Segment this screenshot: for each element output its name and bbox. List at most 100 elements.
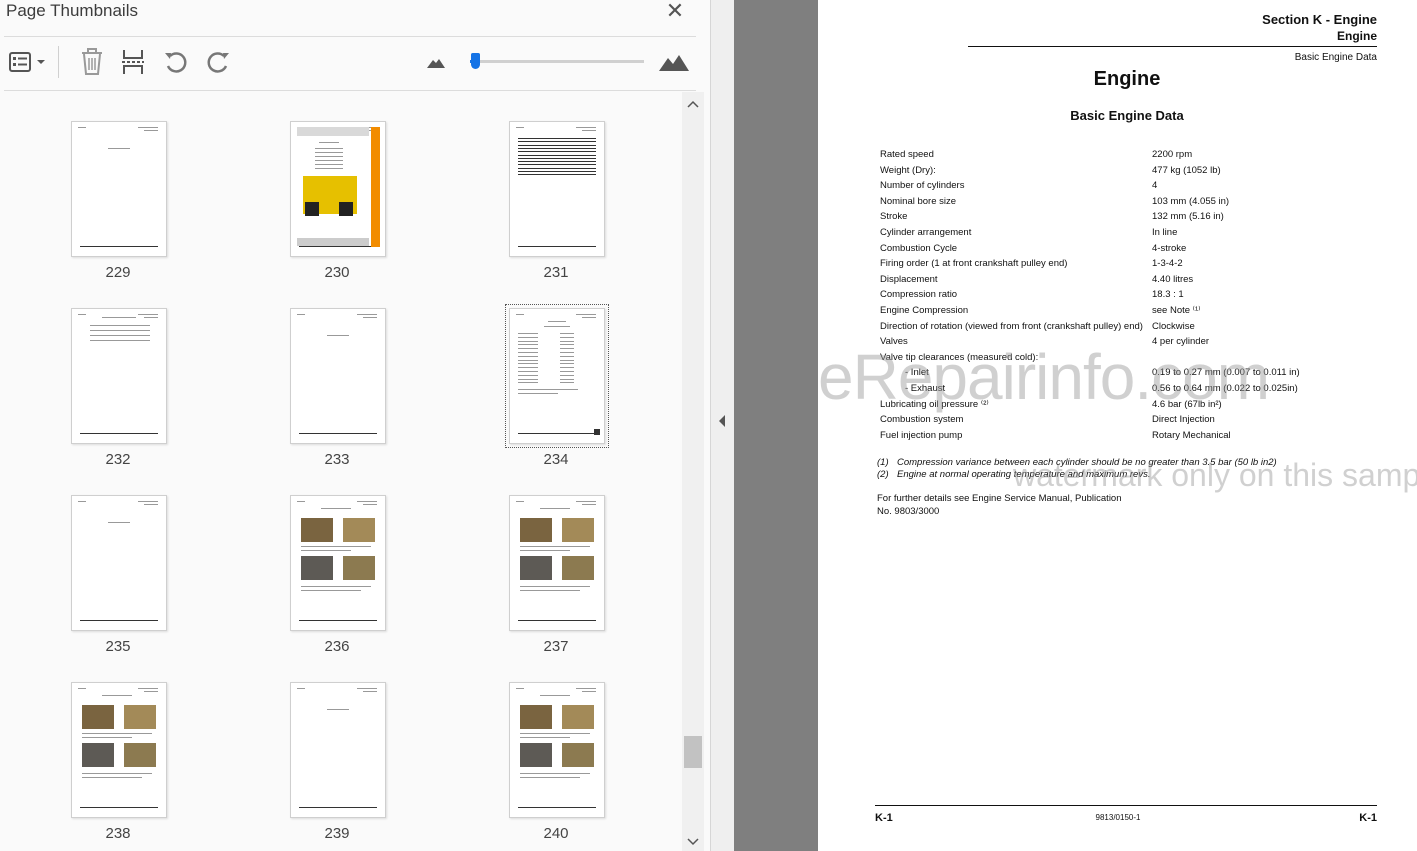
spec-label: Combustion Cycle	[880, 242, 958, 254]
delete-button[interactable]	[76, 46, 108, 78]
thumbnail-line	[138, 314, 158, 315]
thumbnail-image	[520, 518, 552, 542]
thumbnail-line	[90, 335, 150, 336]
thumbnail-line	[518, 359, 538, 361]
page-thumbnail[interactable]	[290, 495, 386, 631]
rotate-right-button[interactable]	[202, 46, 234, 78]
thumbnail-line	[144, 504, 158, 505]
thumbnail-line	[560, 363, 574, 365]
further-details: For further details see Engine Service M…	[877, 493, 1122, 517]
collapse-panel-icon[interactable]	[717, 414, 727, 428]
thumbnail-image	[594, 429, 600, 435]
thumbnail-line	[520, 586, 590, 587]
thumbnail-image	[339, 202, 353, 216]
thumbnail-line	[90, 340, 150, 341]
slider-handle[interactable]	[471, 53, 480, 69]
thumbnail-line	[315, 160, 343, 161]
page-thumbnail[interactable]	[505, 304, 609, 448]
thumbnail-line	[518, 348, 538, 350]
thumbnail-line	[560, 359, 574, 361]
zoom-out-thumbnails-button[interactable]	[420, 46, 452, 78]
footer-page-right: K-1	[1359, 812, 1377, 824]
thumbnail-line	[321, 508, 351, 509]
thumbnail-line	[82, 773, 152, 774]
thumbnail-image	[301, 556, 333, 580]
spec-label: Direction of rotation (viewed from front…	[880, 320, 1143, 332]
thumbnail-line	[518, 167, 596, 169]
thumbnail-line	[520, 546, 590, 547]
thumbnail-image	[343, 518, 375, 542]
thumbnail-line	[518, 157, 596, 159]
zoom-in-thumbnails-button[interactable]	[658, 46, 690, 78]
thumbnail-line	[520, 737, 570, 738]
thumbnail-line	[518, 171, 596, 172]
thumbnail-line	[315, 148, 343, 149]
thumbnail-line	[363, 691, 377, 692]
scroll-up-icon[interactable]	[687, 100, 699, 108]
thumbnail-line	[518, 333, 538, 334]
page-thumbnail[interactable]	[290, 308, 386, 444]
spec-value: 1-3-4-2	[1152, 258, 1183, 270]
page-thumbnails-panel: Page Thumbnails ✕ 229 230 231 232 233 23…	[0, 0, 710, 851]
spec-value: Direct Injection	[1152, 414, 1215, 426]
insert-pages-icon	[122, 50, 144, 74]
footer-publication: 9813/0150-1	[1095, 813, 1141, 822]
thumbnail-size-slider[interactable]	[470, 60, 644, 63]
scrollbar-thumb[interactable]	[684, 736, 702, 768]
panel-splitter[interactable]	[710, 0, 735, 851]
thumbnail-options-button[interactable]	[6, 46, 50, 78]
thumbnail-line	[327, 709, 349, 710]
rotate-left-button[interactable]	[160, 46, 192, 78]
subsection-heading: Engine	[1336, 29, 1377, 43]
thumbnail-line	[560, 340, 574, 342]
thumbnail-line	[518, 393, 558, 394]
page-thumbnail[interactable]	[290, 121, 386, 257]
page-thumbnail[interactable]	[290, 682, 386, 818]
thumbnail-line	[576, 127, 596, 128]
spec-row: Weight (Dry): 477 kg (1052 lb)	[880, 165, 1380, 179]
thumbnail-line	[560, 336, 574, 338]
thumbnail-line	[560, 367, 574, 369]
page-thumbnail[interactable]	[509, 495, 605, 631]
thumbnail-line	[108, 148, 130, 149]
thumbnail-line	[520, 590, 580, 591]
thumbnail-line	[576, 501, 596, 502]
thumbnail-line	[102, 317, 136, 318]
thumbnail-line	[518, 164, 596, 166]
spec-row: Combustion Cycle 4-stroke	[880, 243, 1380, 257]
thumbnail-line	[357, 314, 377, 315]
thumbnail-line	[80, 433, 158, 434]
page-thumbnail[interactable]	[71, 495, 167, 631]
spec-label: Displacement	[880, 273, 938, 285]
page-thumbnail[interactable]	[71, 682, 167, 818]
page-number-label: 234	[543, 451, 569, 468]
scroll-down-icon[interactable]	[687, 838, 699, 846]
spec-row: Number of cylinders 4	[880, 180, 1380, 194]
thumbnail-line	[315, 152, 343, 153]
thumbnail-image	[301, 518, 333, 542]
vertical-scrollbar[interactable]	[682, 92, 704, 851]
spec-value: 477 kg (1052 lb)	[1152, 164, 1221, 176]
thumbnail-line	[518, 433, 596, 434]
page-thumbnail[interactable]	[71, 308, 167, 444]
close-icon[interactable]: ✕	[663, 0, 687, 22]
thumbnail-line	[138, 127, 158, 128]
page-thumbnail[interactable]	[509, 682, 605, 818]
thumbnail-line	[518, 336, 538, 338]
thumbnail-line	[576, 314, 596, 315]
thumbnail-line	[518, 371, 538, 372]
page-thumbnail[interactable]	[71, 121, 167, 257]
footer-rule	[875, 805, 1377, 806]
spec-label: Compression ratio	[880, 289, 958, 301]
thumbnail-line	[297, 501, 305, 502]
thumbnail-line	[144, 130, 158, 131]
thumbnail-line	[540, 508, 570, 509]
spec-label: Firing order (1 at front crankshaft pull…	[880, 258, 1068, 270]
page-number-label: 231	[543, 264, 569, 281]
page-thumbnail[interactable]	[509, 121, 605, 257]
insert-page-button[interactable]	[117, 46, 149, 78]
thumbnail-image	[297, 238, 369, 246]
spec-row: Firing order (1 at front crankshaft pull…	[880, 258, 1380, 272]
viewer-background	[734, 0, 818, 851]
thumbnail-line	[518, 367, 538, 369]
